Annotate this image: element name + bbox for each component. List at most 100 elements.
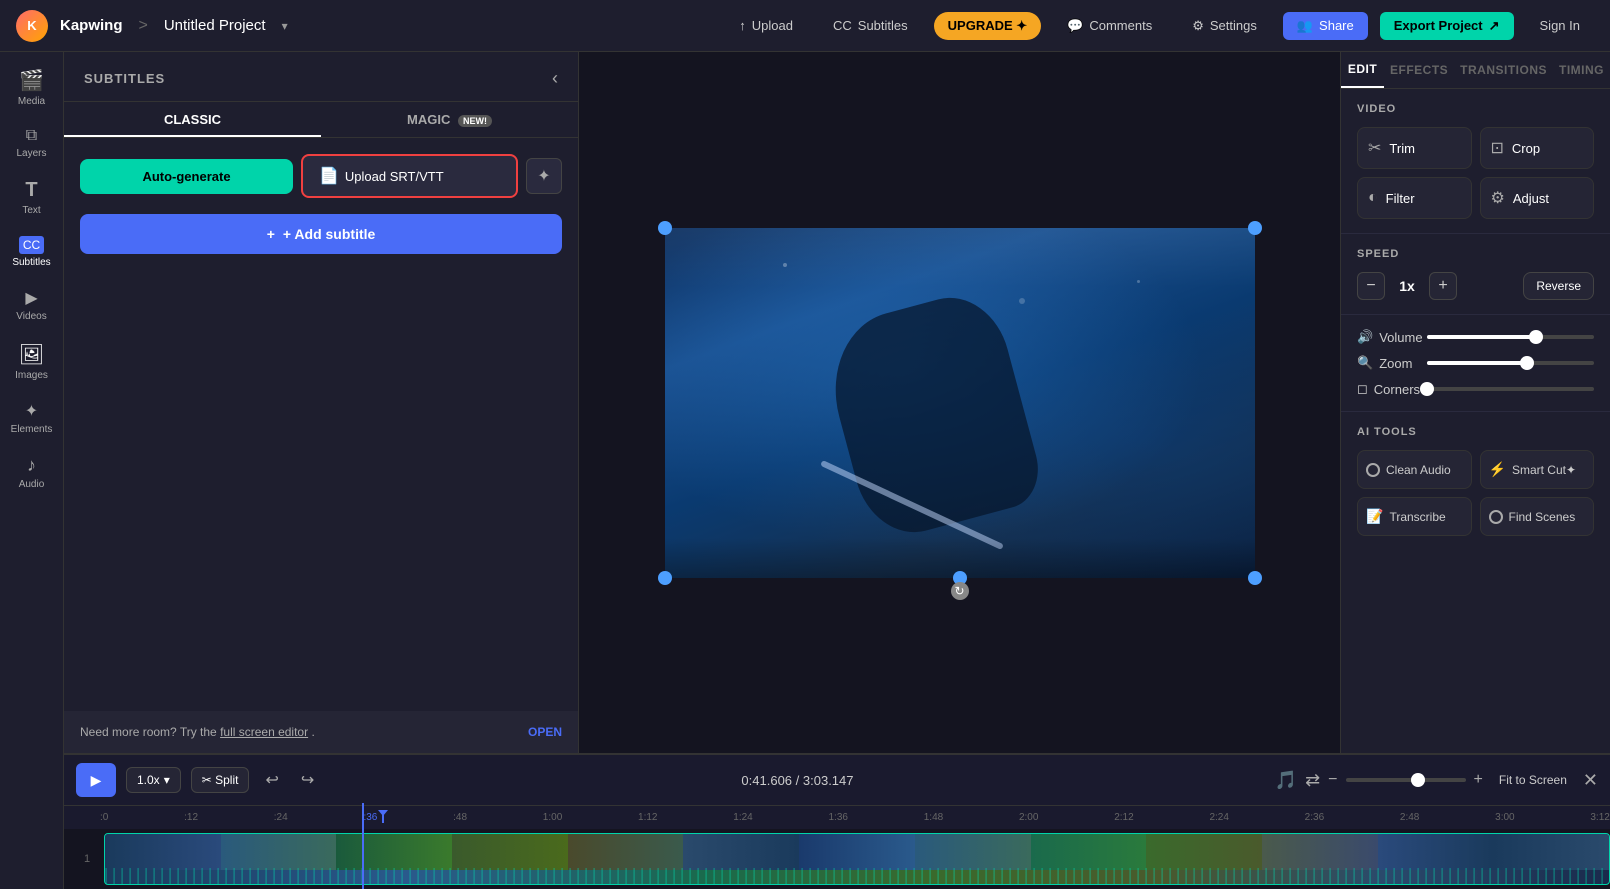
ruler-marks: :0 :12 :24 :36 :48 1:00 1:12 1:24 1:36 1… [84,812,1610,823]
sidebar-item-audio[interactable]: ♪ Audio [4,447,60,498]
split-button[interactable]: ✂ Split [191,767,250,793]
subtitles-button[interactable]: CC Subtitles [819,12,922,39]
close-timeline-button[interactable]: ✕ [1583,770,1598,791]
comments-button[interactable]: 💬 Comments [1053,12,1166,40]
workspace-top: SUBTITLES ‹ CLASSIC MAGIC NEW! Auto-gene… [64,52,1610,753]
upload-srt-button[interactable]: 📄 Upload SRT/VTT [301,154,518,198]
crop-button[interactable]: ⊡ Crop [1480,127,1595,169]
tab-edit[interactable]: EDIT [1341,52,1384,88]
volume-slider[interactable] [1427,335,1594,339]
top-navigation: K Kapwing > Untitled Project ▾ ↑ Upload … [0,0,1610,52]
upgrade-button[interactable]: UPGRADE ✦ [934,12,1042,40]
sidebar-item-layers[interactable]: ⧉ Layers [4,119,60,167]
upload-icon: ↑ [739,18,746,33]
zoom-out-button[interactable]: − [1328,771,1337,789]
playback-speed-selector[interactable]: 1.0x ▾ [126,767,181,793]
speed-reverse-button[interactable]: Reverse [1523,272,1594,300]
sidebar-item-images[interactable]: 🖼 Images [4,334,60,389]
ai-tools-title: AI TOOLS [1357,426,1594,438]
panel-header: SUBTITLES ‹ [64,52,578,102]
sidebar-item-elements[interactable]: ✦ Elements [4,393,60,443]
transcribe-button[interactable]: 📝 Transcribe [1357,497,1472,536]
find-scenes-button[interactable]: Find Scenes [1480,497,1595,536]
zoom-in-button[interactable]: + [1474,771,1483,789]
clean-audio-button[interactable]: Clean Audio [1357,450,1472,489]
panel-close-button[interactable]: ‹ [552,68,558,89]
filter-button[interactable]: ◐ Filter [1357,177,1472,219]
handle-top-right[interactable] [1248,221,1262,235]
video-section-title: VIDEO [1357,103,1594,115]
sidebar-item-subtitles[interactable]: CC Subtitles [4,228,60,276]
tab-effects[interactable]: EFFECTS [1384,52,1454,88]
undo-button[interactable]: ↩ [259,766,284,794]
zoom-slider-timeline[interactable] [1346,778,1466,782]
speed-section-title: SPEED [1357,248,1594,260]
video-section: VIDEO ✂ Trim ⊡ Crop ◐ Filter [1341,89,1610,234]
redo-button[interactable]: ↪ [295,766,320,794]
handle-rotate[interactable]: ↻ [951,582,969,600]
tab-transitions[interactable]: TRANSITIONS [1454,52,1553,88]
ruler-mark: 1:48 [924,812,943,823]
total-time: 3:03.147 [803,773,854,788]
project-dropdown-icon[interactable]: ▾ [282,19,288,33]
add-subtitle-button[interactable]: + + Add subtitle [80,214,562,254]
settings-button[interactable]: ⚙ Settings [1178,12,1271,40]
export-button[interactable]: Export Project ↗ [1380,12,1514,40]
auto-generate-button[interactable]: Auto-generate [80,159,293,194]
comment-icon: 💬 [1067,18,1083,34]
tab-timing[interactable]: TIMING [1553,52,1610,88]
adjust-icon: ⚙ [1491,188,1505,208]
video-frame [665,228,1255,578]
ai-tools-section: AI TOOLS Clean Audio ⚡ Smart Cut✦ 📝 Tr [1341,412,1610,550]
corners-label: ◻ Corners [1357,381,1417,397]
loading-icon [1366,463,1380,477]
workspace: SUBTITLES ‹ CLASSIC MAGIC NEW! Auto-gene… [64,52,1610,889]
right-panel-tabs: EDIT EFFECTS TRANSITIONS TIMING [1341,52,1610,89]
subtitles-panel: SUBTITLES ‹ CLASSIC MAGIC NEW! Auto-gene… [64,52,579,753]
video-canvas: ↻ [665,228,1255,578]
volume-label: 🔊 Volume [1357,329,1417,345]
tab-magic[interactable]: MAGIC NEW! [321,102,578,137]
track-content[interactable] [104,833,1610,885]
speed-increase-button[interactable]: + [1429,272,1457,300]
corners-row: ◻ Corners [1357,381,1594,397]
handle-top-left[interactable] [658,221,672,235]
fit-to-screen-button[interactable]: Fit to Screen [1491,769,1575,791]
trim-icon: ✂ [1368,138,1381,158]
magic-star-button[interactable]: ✦ [526,158,562,194]
sidebar-item-media[interactable]: 🎬 Media [4,60,60,115]
ai-tools-grid: Clean Audio ⚡ Smart Cut✦ 📝 Transcribe [1357,450,1594,536]
zoom-label: 🔍 Zoom [1357,355,1417,371]
brand-name[interactable]: Kapwing [60,17,123,34]
media-icon: 🎬 [19,68,44,93]
upload-button[interactable]: ↑ Upload [725,12,807,39]
signin-button[interactable]: Sign In [1526,12,1594,39]
ruler-mark: :24 [274,812,288,823]
zoom-slider-thumb[interactable] [1411,773,1425,787]
track-row-1: 1 [84,833,1610,885]
share-button[interactable]: 👥 Share [1283,12,1368,40]
ruler-mark: 2:36 [1305,812,1324,823]
export-icon: ↗ [1489,18,1500,34]
people-icon: 👥 [1297,18,1313,34]
smart-cut-button[interactable]: ⚡ Smart Cut✦ [1480,450,1595,489]
right-panel: EDIT EFFECTS TRANSITIONS TIMING VIDEO ✂ … [1340,52,1610,753]
video-frame-inner [665,228,1255,578]
handle-bottom-left[interactable] [658,571,672,585]
timeline-section: ▶ 1.0x ▾ ✂ Split ↩ ↪ 0:41.606 / 3:03.147 [64,753,1610,889]
speed-decrease-button[interactable]: − [1357,272,1385,300]
zoom-slider[interactable] [1427,361,1594,365]
open-fullscreen-button[interactable]: OPEN [528,725,562,739]
project-name[interactable]: Untitled Project [164,17,266,34]
fullscreen-editor-link[interactable]: full screen editor [220,725,308,739]
handle-bottom-right[interactable] [1248,571,1262,585]
tab-classic[interactable]: CLASSIC [64,102,321,137]
sidebar-item-videos[interactable]: ▶ Videos [4,280,60,330]
trim-button[interactable]: ✂ Trim [1357,127,1472,169]
sidebar-item-text[interactable]: T Text [4,171,60,224]
zoom-icon: 🔍 [1357,355,1373,371]
corners-slider[interactable] [1427,387,1594,391]
adjust-button[interactable]: ⚙ Adjust [1480,177,1595,219]
play-button[interactable]: ▶ [76,763,116,797]
panel-notice: Need more room? Try the full screen edit… [64,711,578,753]
